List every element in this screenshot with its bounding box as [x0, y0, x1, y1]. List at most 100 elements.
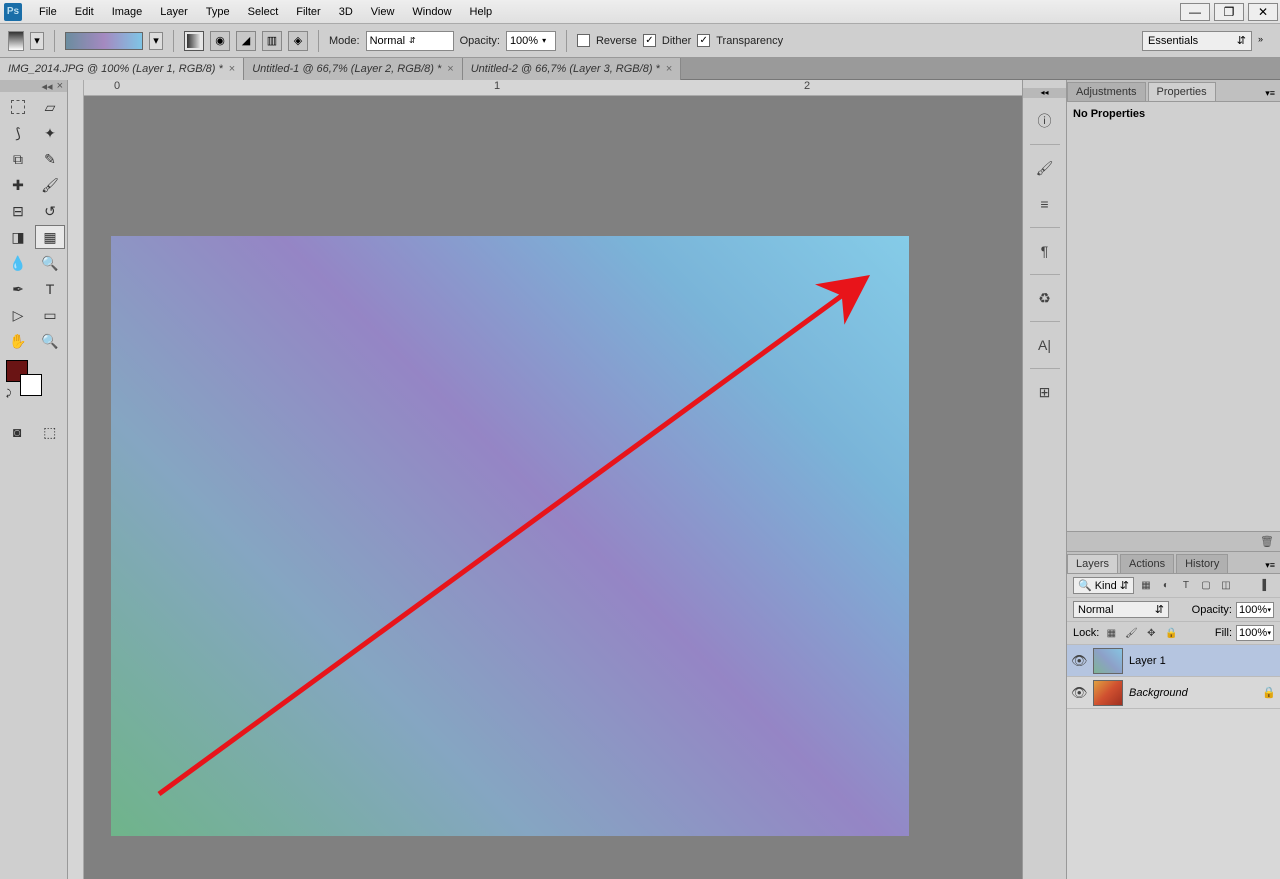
- gradient-angle-button[interactable]: ◢: [236, 31, 256, 51]
- menu-layer[interactable]: Layer: [151, 2, 197, 22]
- gradient-radial-button[interactable]: ◉: [210, 31, 230, 51]
- history-brush-tool[interactable]: ↺: [35, 199, 65, 223]
- info-panel-icon[interactable]: ⓘ: [1032, 108, 1058, 134]
- layer-thumbnail[interactable]: [1093, 680, 1123, 706]
- menu-filter[interactable]: Filter: [287, 2, 329, 22]
- menu-select[interactable]: Select: [239, 2, 288, 22]
- lock-transparent-button[interactable]: ▦: [1103, 626, 1119, 640]
- tool-preset-button[interactable]: [8, 31, 24, 51]
- mode-dropdown[interactable]: Normal⇵: [366, 31, 454, 51]
- character-panel-icon[interactable]: A|: [1032, 332, 1058, 358]
- layer-thumbnail[interactable]: [1093, 648, 1123, 674]
- crop-tool[interactable]: ⧉: [3, 147, 33, 171]
- swap-colors-icon[interactable]: ⤸: [6, 388, 11, 399]
- styles-panel-icon[interactable]: ⊞: [1032, 379, 1058, 405]
- hand-tool[interactable]: ✋: [3, 329, 33, 353]
- marquee-tool[interactable]: ▱: [35, 95, 65, 119]
- type-tool[interactable]: T: [35, 277, 65, 301]
- gradient-tool[interactable]: ▦: [35, 225, 65, 249]
- blur-tool[interactable]: 💧: [3, 251, 33, 275]
- tab-history[interactable]: History: [1176, 554, 1228, 573]
- quickmask-button[interactable]: ◙: [4, 420, 31, 444]
- dock-expand-button[interactable]: ◂◂: [1023, 88, 1066, 98]
- menu-image[interactable]: Image: [103, 2, 152, 22]
- workspace-expand-button[interactable]: »: [1258, 34, 1272, 48]
- tool-panel-header[interactable]: ◂◂×: [0, 80, 67, 92]
- blend-mode-dropdown[interactable]: Normal⇵: [1073, 601, 1169, 618]
- document-tab-3[interactable]: Untitled-2 @ 66,7% (Layer 3, RGB/8) *×: [463, 58, 682, 80]
- gradient-preview[interactable]: [65, 32, 143, 50]
- stamp-tool[interactable]: ⊟: [3, 199, 33, 223]
- filter-pixel-icon[interactable]: ▦: [1138, 579, 1154, 593]
- filter-smart-icon[interactable]: ◫: [1218, 579, 1234, 593]
- visibility-icon[interactable]: 👁: [1071, 685, 1087, 701]
- color-swatches[interactable]: ⤸: [0, 356, 67, 416]
- menu-edit[interactable]: Edit: [66, 2, 103, 22]
- path-tool[interactable]: ▷: [3, 303, 33, 327]
- shape-tool[interactable]: ▭: [35, 303, 65, 327]
- menu-3d[interactable]: 3D: [330, 2, 362, 22]
- filter-type-icon[interactable]: T: [1178, 579, 1194, 593]
- lock-all-button[interactable]: 🔒: [1163, 626, 1179, 640]
- move-tool[interactable]: [3, 95, 33, 119]
- brush-tool[interactable]: 🖌: [35, 173, 65, 197]
- tab-actions[interactable]: Actions: [1120, 554, 1174, 573]
- gradient-linear-button[interactable]: [184, 31, 204, 51]
- opacity-input[interactable]: 100%▾: [506, 31, 556, 51]
- fill-input[interactable]: 100%▾: [1236, 625, 1274, 641]
- gradient-reflected-button[interactable]: ▥: [262, 31, 282, 51]
- pen-tool[interactable]: ✒: [3, 277, 33, 301]
- lasso-tool[interactable]: ⟆: [3, 121, 33, 145]
- layer-name[interactable]: Background: [1129, 687, 1256, 699]
- workspace-dropdown[interactable]: Essentials⇵: [1142, 31, 1252, 51]
- screenmode-button[interactable]: ⬚: [37, 420, 64, 444]
- brush-panel-icon[interactable]: 🖌: [1032, 155, 1058, 181]
- close-tab-icon[interactable]: ×: [229, 63, 235, 75]
- filter-toggle[interactable]: ▌: [1258, 579, 1274, 593]
- window-minimize-button[interactable]: —: [1180, 3, 1210, 21]
- magic-wand-tool[interactable]: ✦: [35, 121, 65, 145]
- layer-opacity-input[interactable]: 100%▾: [1236, 602, 1274, 618]
- document-tab-2[interactable]: Untitled-1 @ 66,7% (Layer 2, RGB/8) *×: [244, 58, 463, 80]
- document-canvas[interactable]: [111, 236, 909, 836]
- gradient-picker-dropdown[interactable]: ▾: [149, 32, 163, 50]
- close-tab-icon[interactable]: ×: [447, 63, 453, 75]
- tab-layers[interactable]: Layers: [1067, 554, 1118, 573]
- zoom-tool[interactable]: 🔍: [35, 329, 65, 353]
- paragraph-panel-icon[interactable]: ¶: [1032, 238, 1058, 264]
- layer-row[interactable]: 👁 Layer 1: [1067, 645, 1280, 677]
- lock-pixels-button[interactable]: 🖌: [1123, 626, 1139, 640]
- panel-menu-icon[interactable]: ▾≡: [1260, 86, 1280, 101]
- visibility-icon[interactable]: 👁: [1071, 653, 1087, 669]
- dodge-tool[interactable]: 🔍: [35, 251, 65, 275]
- layers-menu-icon[interactable]: ▾≡: [1260, 558, 1280, 573]
- menu-help[interactable]: Help: [461, 2, 502, 22]
- filter-adjust-icon[interactable]: ◐: [1158, 579, 1174, 593]
- gradient-diamond-button[interactable]: ◈: [288, 31, 308, 51]
- close-tab-icon[interactable]: ×: [666, 63, 672, 75]
- background-color[interactable]: [20, 374, 42, 396]
- lock-position-button[interactable]: ✥: [1143, 626, 1159, 640]
- menu-view[interactable]: View: [362, 2, 404, 22]
- reverse-checkbox[interactable]: [577, 34, 590, 47]
- menu-file[interactable]: File: [30, 2, 66, 22]
- layer-row[interactable]: 👁 Background 🔒: [1067, 677, 1280, 709]
- menu-type[interactable]: Type: [197, 2, 239, 22]
- menu-window[interactable]: Window: [403, 2, 460, 22]
- filter-shape-icon[interactable]: ▢: [1198, 579, 1214, 593]
- layer-filter-dropdown[interactable]: 🔍Kind⇵: [1073, 577, 1134, 594]
- window-close-button[interactable]: ✕: [1248, 3, 1278, 21]
- layer-name[interactable]: Layer 1: [1129, 655, 1276, 667]
- window-maximize-button[interactable]: ❐: [1214, 3, 1244, 21]
- dither-checkbox[interactable]: ✓: [643, 34, 656, 47]
- swatches-panel-icon[interactable]: ♻: [1032, 285, 1058, 311]
- canvas-area[interactable]: [84, 96, 1022, 879]
- tool-preset-dropdown[interactable]: ▾: [30, 32, 44, 50]
- transparency-checkbox[interactable]: ✓: [697, 34, 710, 47]
- document-tab-1[interactable]: IMG_2014.JPG @ 100% (Layer 1, RGB/8) *×: [0, 58, 244, 80]
- brushpresets-panel-icon[interactable]: ≡: [1032, 191, 1058, 217]
- eraser-tool[interactable]: ◨: [3, 225, 33, 249]
- healing-tool[interactable]: ✚: [3, 173, 33, 197]
- tab-properties[interactable]: Properties: [1148, 82, 1216, 101]
- trash-icon[interactable]: 🗑: [1260, 535, 1274, 548]
